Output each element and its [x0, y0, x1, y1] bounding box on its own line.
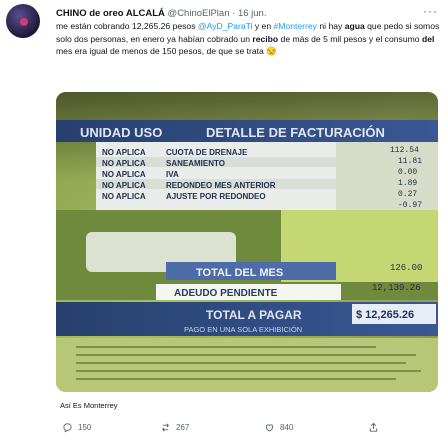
total-mes-label: TOTAL DEL MES	[196, 267, 283, 279]
receipt-row-amount: 11.81	[398, 157, 422, 166]
receipt-row-status: NO APLICA	[102, 192, 146, 201]
tweet-text-bold: agua	[344, 21, 365, 31]
retweet-count: 267	[176, 423, 190, 432]
receipt-row-status: NO APLICA	[102, 159, 146, 168]
author-name[interactable]: CHINO de oreo ALCALÁ	[56, 8, 165, 19]
tweet-text-bold: recibo	[252, 33, 279, 44]
retweet-icon	[162, 423, 169, 432]
photo-caption: Así Es Monterrey	[60, 401, 118, 410]
tweet-text-segment: me están cobrando 12,265.26 pesos	[56, 21, 198, 31]
receipt-header-right: DETALLE DE FACTURACIÓN	[206, 125, 385, 140]
like-count: 840	[280, 423, 294, 432]
tweet-text: me están cobrando 12,265.26 pesos @AyD_P…	[56, 20, 440, 58]
total-mes-value: 126.00	[390, 263, 422, 273]
receipt-row-concept: REDONDEO MES ANTERIOR	[166, 181, 276, 190]
receipt-row-amount: 0.27	[398, 190, 417, 199]
adeudo-value: 12,139.26	[372, 283, 421, 293]
hashtag-link[interactable]: #Monterrey	[274, 21, 317, 31]
total-pagar-value: $ 12,265.26	[356, 309, 414, 321]
like-button[interactable]: 840	[264, 422, 293, 433]
author-handle[interactable]: @ChinoElPlan	[168, 8, 230, 19]
reply-button[interactable]: 150	[62, 422, 91, 433]
tweet-text-segment: y en	[252, 21, 274, 31]
receipt-row-status: NO APLICA	[102, 148, 146, 157]
separator: ·	[232, 8, 236, 19]
receipt-row-amount: -0.97	[398, 201, 422, 210]
heart-icon	[265, 424, 274, 432]
receipt-row-concept: IVA	[166, 170, 179, 179]
tweet-photo[interactable]: UNIDAD USO DETALLE DE FACTURACIÓN NO APL…	[56, 92, 438, 392]
retweet-button[interactable]: 267	[160, 422, 189, 433]
share-icon	[369, 422, 378, 432]
share-button[interactable]	[368, 422, 379, 433]
tweet-text-bold: del	[421, 33, 435, 44]
receipt-row-status: NO APLICA	[102, 170, 146, 179]
receipt-top-amount: 112.54	[390, 146, 419, 155]
receipt-row-status: NO APLICA	[102, 181, 146, 190]
receipt-photo: UNIDAD USO DETALLE DE FACTURACIÓN NO APL…	[56, 92, 438, 392]
receipt-row-amount: 0.00	[398, 168, 417, 177]
receipt-row-concept: CUOTA DE DRENAJE	[166, 148, 248, 157]
total-pagar-label: TOTAL A PAGAR	[206, 308, 302, 322]
tweet-text-segment: mes era igual de menos de 150 pesos, de …	[56, 46, 277, 56]
avatar-badge	[20, 18, 28, 26]
pago-label: PAGO EN UNA SOLA EXHIBICIÓN	[184, 325, 302, 334]
receipt-row-concept: SANEAMIENTO	[166, 159, 225, 168]
tweet-card[interactable]: CHINO de oreo ALCALÁ @ChinoElPlan · 16 j…	[0, 0, 448, 442]
tweet-text-segment: ni hay	[316, 21, 345, 31]
reply-count: 150	[78, 423, 92, 432]
avatar[interactable]	[6, 4, 40, 38]
more-options-icon[interactable]: ···	[423, 4, 438, 18]
receipt-row-concept: AJUSTE POR REDONDEO	[166, 192, 266, 201]
tweet-header: CHINO de oreo ALCALÁ @ChinoElPlan · 16 j…	[56, 8, 266, 20]
tweet-actions: 150 267 840	[56, 422, 440, 436]
mention-link[interactable]: @AyD_ParaTi	[198, 21, 253, 31]
adeudo-label: ADEUDO PENDIENTE	[174, 288, 278, 299]
reply-icon	[63, 423, 72, 433]
receipt-header-left: UNIDAD USO	[80, 125, 162, 140]
receipt-row-amount: 1.89	[398, 179, 417, 188]
tweet-text-segment: de más de 5 mil pesos y el consumo	[278, 33, 422, 44]
tweet-date[interactable]: 16 jun.	[238, 8, 267, 19]
